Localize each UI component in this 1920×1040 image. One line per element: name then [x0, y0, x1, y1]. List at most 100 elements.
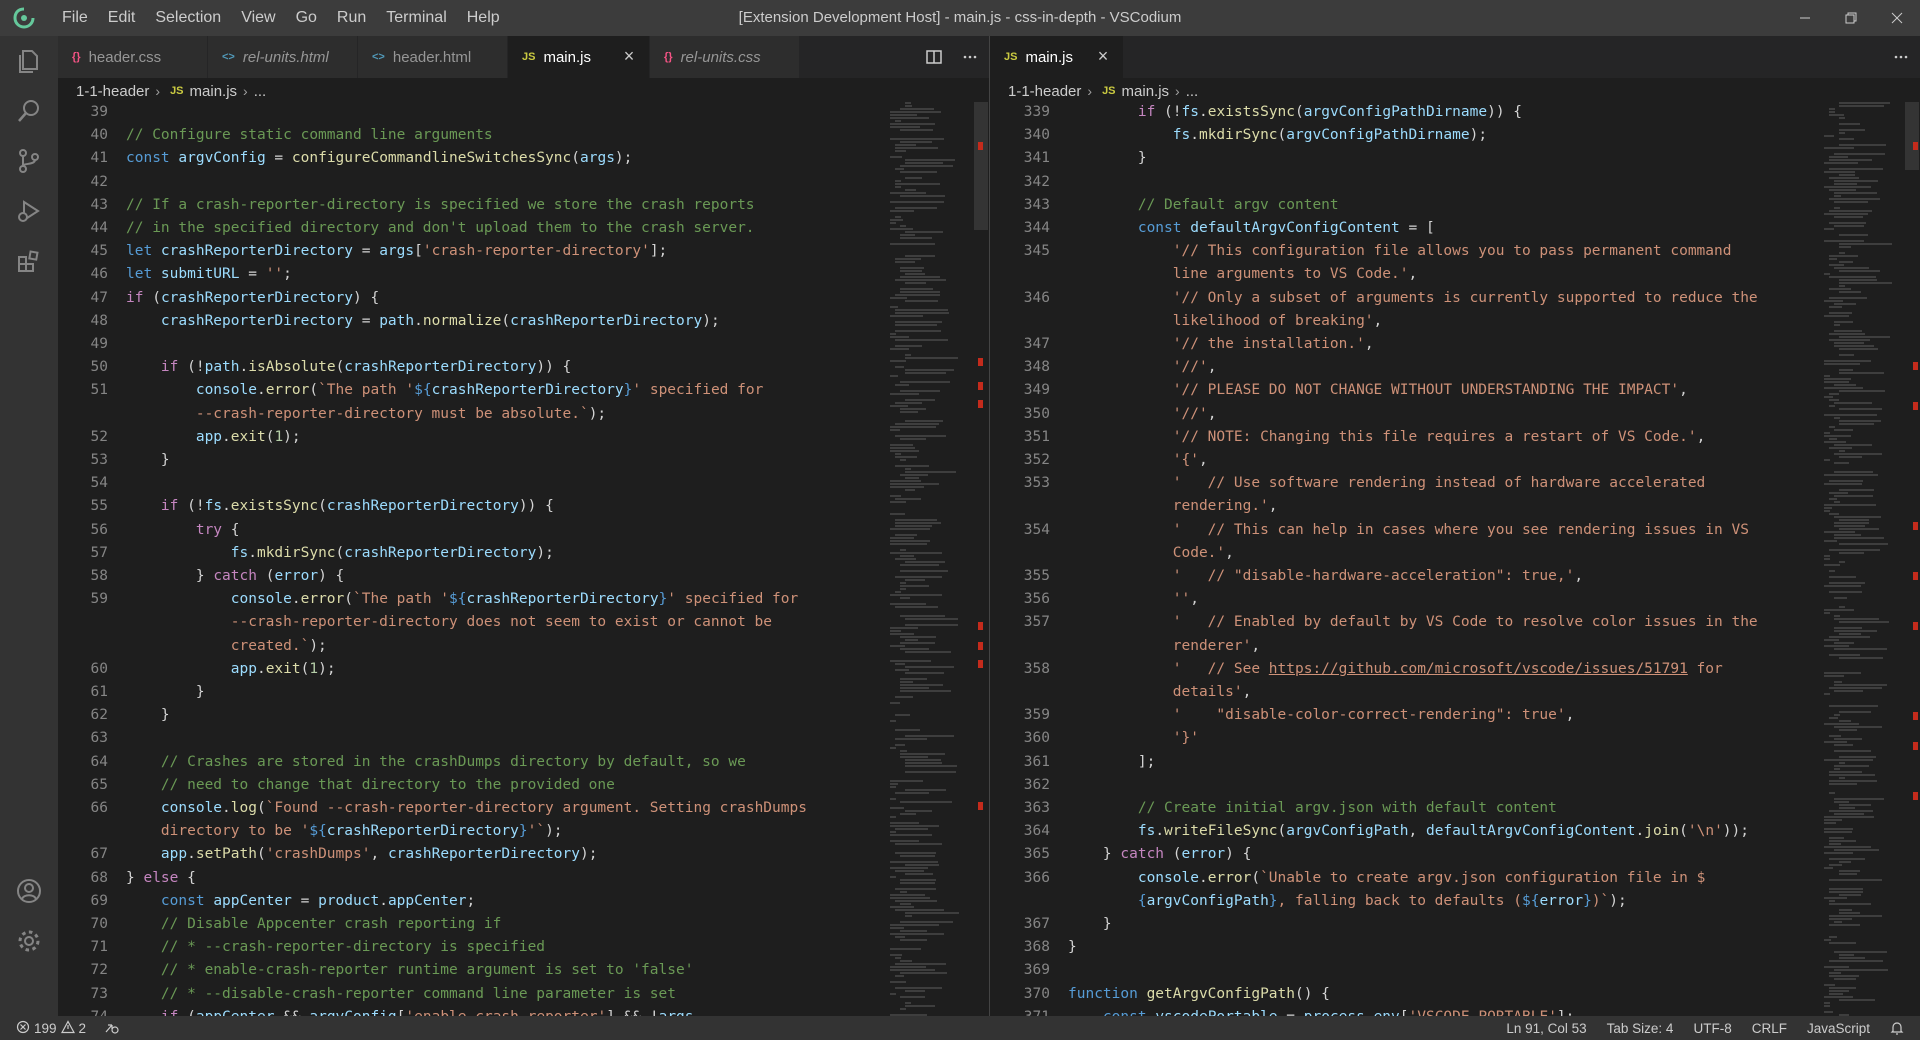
live-share-icon[interactable]	[104, 1021, 120, 1035]
problems-indicator[interactable]: 199 2	[16, 1019, 86, 1037]
accounts-icon[interactable]	[0, 866, 58, 916]
css-file-icon: {}	[664, 51, 673, 63]
split-editor-icon[interactable]	[923, 46, 945, 68]
code-token: }	[1068, 916, 1112, 932]
tab-size[interactable]: Tab Size: 4	[1607, 1021, 1674, 1036]
editor-actions	[1890, 36, 1912, 78]
minimap-line	[1829, 903, 1871, 905]
tab-rel-units-html[interactable]: <> rel-units.html	[208, 36, 358, 78]
code-token: ) {	[1225, 846, 1252, 863]
code-token: ,	[1408, 266, 1418, 283]
code-token: ;	[283, 266, 292, 283]
code-token: // * enable-crash-reporter runtime argum…	[160, 962, 694, 979]
minimap-line	[895, 312, 949, 314]
minimize-button[interactable]	[1782, 0, 1828, 36]
close-tab-icon[interactable]: ×	[1095, 47, 1111, 65]
encoding[interactable]: UTF-8	[1693, 1021, 1731, 1036]
vscodium-logo-icon	[10, 4, 38, 32]
extensions-icon[interactable]	[0, 236, 58, 286]
minimap[interactable]	[890, 102, 974, 1016]
close-window-button[interactable]	[1874, 0, 1920, 36]
minimap-line	[1824, 897, 1847, 899]
minimap-line	[1839, 261, 1853, 263]
tab-header-css[interactable]: {} header.css	[58, 36, 208, 78]
language-mode[interactable]: JavaScript	[1807, 1021, 1870, 1036]
error-icon	[16, 1020, 30, 1037]
breadcrumb-folder[interactable]: 1-1-header	[1008, 83, 1081, 100]
minimap-line	[890, 831, 896, 833]
code-token: ' // Enabled by default by VS Code to re…	[1172, 614, 1758, 631]
line-code: --crash-reporter-directory must be absol…	[126, 403, 606, 426]
menu-help[interactable]: Help	[457, 0, 510, 36]
breadcrumb-folder[interactable]: 1-1-header	[76, 83, 149, 100]
menu-view[interactable]: View	[231, 0, 285, 36]
menu-file[interactable]: File	[52, 0, 98, 36]
code-token: ${	[1521, 892, 1540, 909]
minimap[interactable]	[1822, 102, 1906, 1016]
menu-run[interactable]: Run	[327, 0, 376, 36]
notifications-bell-icon[interactable]	[1890, 1021, 1904, 1035]
more-actions-icon[interactable]	[1890, 46, 1912, 68]
minimap-line	[1839, 369, 1853, 371]
minimap-line	[1834, 615, 1840, 617]
explorer-icon[interactable]	[0, 36, 58, 86]
error-marker	[978, 622, 983, 630]
code-token: const	[126, 150, 179, 167]
code-token: );	[545, 823, 563, 840]
minimap-line	[1829, 993, 1843, 995]
tab-header-html[interactable]: <> header.html	[358, 36, 508, 78]
vertical-scrollbar[interactable]	[1905, 102, 1919, 1016]
minimap-line	[1839, 528, 1879, 530]
tab-main-js[interactable]: JS main.js ×	[990, 36, 1124, 78]
breadcrumb-file[interactable]: main.js	[190, 83, 238, 100]
minimap-line	[900, 636, 936, 638]
menu-edit[interactable]: Edit	[98, 0, 146, 36]
error-marker	[978, 642, 983, 650]
breadcrumb-file[interactable]: main.js	[1122, 83, 1170, 100]
run-debug-icon[interactable]	[0, 186, 58, 236]
minimap-line	[1824, 135, 1834, 137]
minimap-line	[890, 927, 904, 929]
minimap-line	[900, 648, 929, 650]
line-code: // * --crash-reporter-directory is speci…	[126, 936, 545, 959]
code-token: ' // This can help in cases where you se…	[1172, 521, 1749, 538]
minimap-line	[890, 540, 930, 542]
source-control-icon[interactable]	[0, 136, 58, 186]
menu-terminal[interactable]: Terminal	[376, 0, 456, 36]
breadcrumb-symbols[interactable]: ...	[254, 83, 267, 100]
settings-gear-icon[interactable]	[0, 916, 58, 966]
minimap-line	[900, 687, 929, 689]
minimap-line	[900, 291, 940, 293]
minimap-line	[1829, 168, 1883, 170]
code-token: crashReporterDirectory	[466, 591, 659, 608]
line-code: ' // This can help in cases where you se…	[1068, 519, 1749, 542]
more-actions-icon[interactable]	[959, 46, 981, 68]
tab-rel-units-css[interactable]: {} rel-units.css	[650, 36, 800, 78]
scrollbar-thumb[interactable]	[974, 102, 988, 230]
minimap-line	[1834, 690, 1863, 692]
restore-button[interactable]	[1828, 0, 1874, 36]
close-tab-icon[interactable]: ×	[621, 47, 637, 65]
line-code: // Crashes are stored in the crashDumps …	[126, 751, 746, 774]
minimap-line	[900, 390, 940, 392]
line-number: 348	[1023, 359, 1050, 376]
scrollbar-thumb[interactable]	[1905, 102, 1919, 170]
menu-selection[interactable]: Selection	[145, 0, 231, 36]
minimap-line	[1834, 324, 1840, 326]
menu-go[interactable]: Go	[286, 0, 327, 36]
minimap-line	[1824, 819, 1842, 821]
code-token: app	[195, 428, 223, 445]
minimap-line	[1834, 765, 1869, 767]
code-token: ,	[1696, 428, 1706, 445]
line-number: 46	[90, 266, 108, 283]
vertical-scrollbar[interactable]	[974, 102, 988, 1016]
code-token: env	[1374, 1009, 1400, 1016]
breadcrumb-symbols[interactable]: ...	[1186, 83, 1199, 100]
code-token: (	[344, 591, 353, 608]
end-of-line[interactable]: CRLF	[1752, 1021, 1787, 1036]
tab-main-js[interactable]: JS main.js ×	[508, 36, 650, 78]
minimap-line	[900, 564, 939, 566]
line-code: '//',	[1068, 403, 1217, 426]
search-icon[interactable]	[0, 86, 58, 136]
cursor-position[interactable]: Ln 91, Col 53	[1506, 1021, 1586, 1036]
